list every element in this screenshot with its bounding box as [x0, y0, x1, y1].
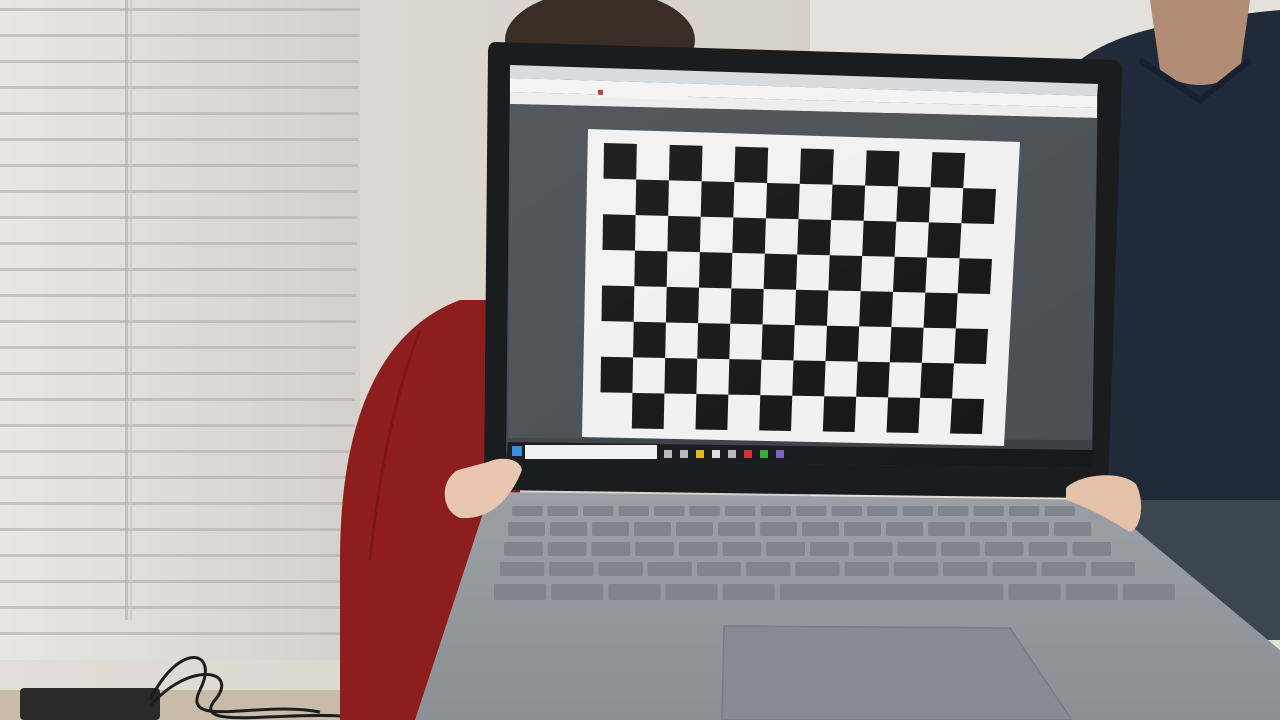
keyboard-key	[635, 542, 674, 556]
keyboard-key	[810, 542, 849, 556]
keyboard-key	[676, 522, 713, 536]
keyboard-key	[508, 522, 545, 536]
keyboard-key	[844, 562, 889, 576]
keyboard-key	[844, 522, 881, 536]
keyboard-key	[867, 506, 898, 516]
keyboard-key	[591, 542, 631, 556]
blind-slat	[0, 476, 355, 479]
blind-slat	[0, 138, 359, 141]
keyboard-key	[938, 506, 969, 516]
keyboard-key	[902, 506, 933, 516]
keyboard-key	[973, 506, 1004, 516]
keyboard-key	[992, 562, 1037, 576]
keyboard-key	[592, 522, 629, 536]
keyboard-key	[928, 522, 965, 536]
blind-slat	[0, 580, 353, 583]
blind-slat	[0, 34, 360, 37]
blind-slat	[0, 86, 359, 89]
blind-slat	[0, 450, 355, 453]
keyboard-key	[943, 562, 988, 576]
blind-slat	[0, 606, 353, 609]
keyboard-key	[654, 506, 685, 516]
keyboard-key	[1008, 584, 1061, 600]
keyboard-key	[766, 542, 805, 556]
keyboard-key	[1122, 584, 1175, 600]
keyboard-key	[795, 562, 840, 576]
keyboard-key	[512, 506, 543, 516]
keyboard-key	[1012, 522, 1049, 536]
keyboard-key	[1054, 522, 1091, 536]
keyboard-key	[1041, 562, 1086, 576]
webcam-photo	[0, 0, 1280, 720]
blind-slat	[0, 528, 354, 531]
keyboard-key	[779, 584, 1004, 600]
blind-slat	[0, 242, 358, 245]
keyboard-key	[718, 522, 755, 536]
keyboard-key	[802, 522, 839, 536]
blind-slat	[0, 60, 360, 63]
keyboard-key	[893, 562, 939, 576]
window-blinds	[0, 0, 360, 660]
blind-slat	[0, 632, 353, 635]
power-adapter	[20, 688, 160, 720]
blind-slat	[0, 216, 358, 219]
keyboard-key	[725, 506, 756, 516]
keyboard-key	[500, 562, 545, 576]
keyboard-key	[1044, 506, 1075, 516]
keyboard-key	[598, 562, 643, 576]
keyboard-key	[504, 542, 543, 556]
keyboard-key	[550, 522, 587, 536]
keyboard-key	[618, 506, 649, 516]
keyboard-key	[722, 584, 775, 600]
keyboard-key	[1028, 542, 1068, 556]
blind-slat	[0, 502, 354, 505]
keyboard-key	[547, 542, 587, 556]
keyboard-key	[970, 522, 1007, 536]
keyboard-key	[696, 562, 742, 576]
blind-slat	[0, 8, 360, 11]
keyboard-key	[796, 506, 827, 516]
keyboard-key	[831, 506, 862, 516]
blind-slat	[0, 398, 356, 401]
blind-slat	[0, 372, 356, 375]
keyboard-key	[984, 542, 1024, 556]
keyboard-key	[608, 584, 661, 600]
keyboard-key	[722, 542, 762, 556]
keyboard-key	[549, 562, 594, 576]
keyboard-key	[647, 562, 692, 576]
keyboard-key	[1065, 584, 1118, 600]
blind-slat	[0, 190, 358, 193]
keyboard-key	[634, 522, 671, 536]
blind-slat	[0, 320, 357, 323]
blind-slat	[0, 164, 358, 167]
keyboard-key	[689, 506, 720, 516]
keyboard-key	[746, 562, 791, 576]
keyboard-key	[853, 542, 893, 556]
keyboard-key	[547, 506, 578, 516]
keyboard-key	[494, 584, 547, 600]
blind-slat	[0, 268, 357, 271]
keyboard-key	[1090, 562, 1135, 576]
keyboard-key	[1009, 506, 1040, 516]
keyboard-key	[665, 584, 718, 600]
keyboard-key	[760, 506, 791, 516]
keyboard-key	[886, 522, 923, 536]
blind-slat	[0, 294, 357, 297]
blind-slat	[0, 554, 354, 557]
blind-slat	[0, 346, 356, 349]
keyboard-key	[941, 542, 980, 556]
keyboard-key	[583, 506, 614, 516]
keyboard-key	[760, 522, 797, 536]
keyboard-key	[551, 584, 604, 600]
keyboard-key	[1072, 542, 1111, 556]
blind-slat	[0, 112, 359, 115]
blind-slat	[0, 424, 355, 427]
keyboard-key	[678, 542, 718, 556]
keyboard-key	[897, 542, 937, 556]
